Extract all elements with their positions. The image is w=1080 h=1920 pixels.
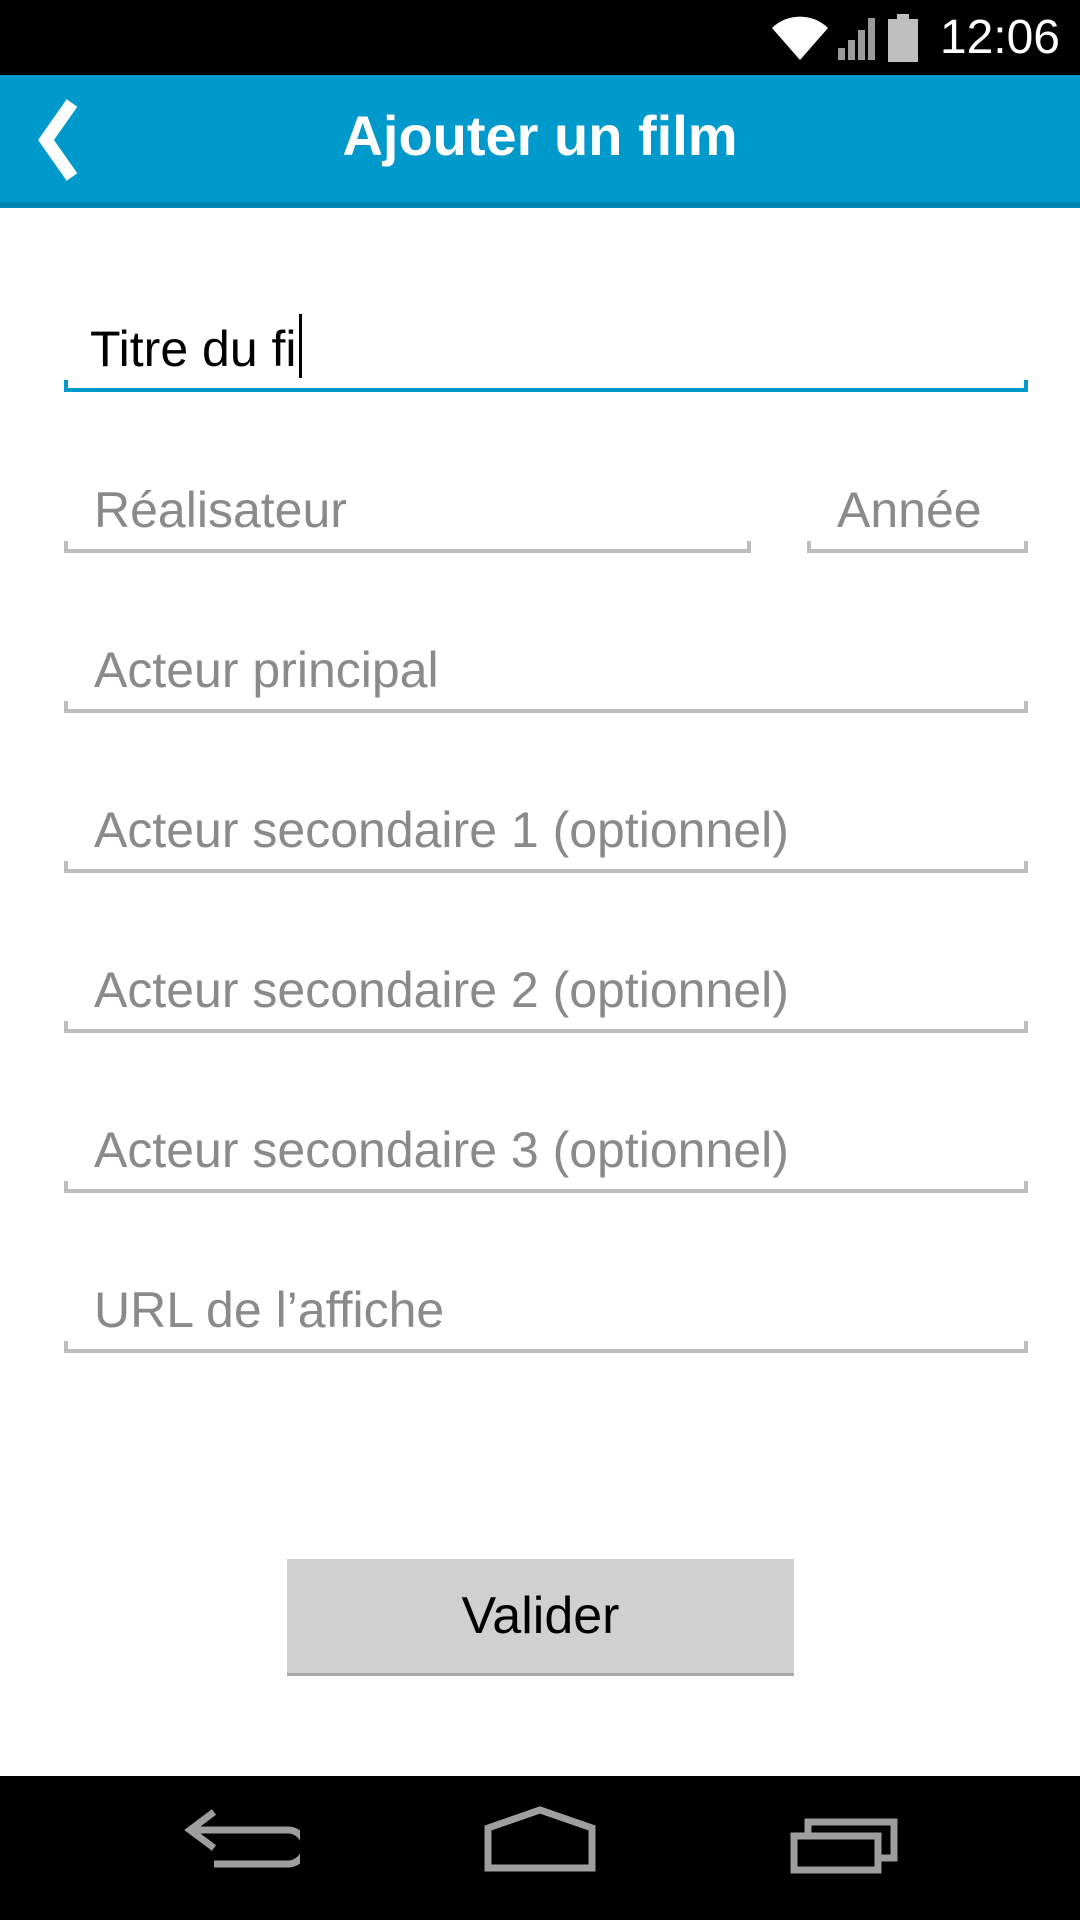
lead-actor-input-underline [64, 701, 1028, 713]
submit-button[interactable]: Valider [287, 1559, 794, 1676]
secondary-actor-1-placeholder: Acteur secondaire 1 (optionnel) [94, 802, 789, 858]
secondary-actor-1-underline [64, 861, 1028, 873]
year-input-underline [807, 541, 1028, 553]
home-icon[interactable] [480, 1802, 600, 1892]
text-caret [298, 314, 302, 378]
action-bar-divider [0, 202, 1080, 208]
poster-url-placeholder: URL de l’affiche [94, 1282, 445, 1338]
title-input[interactable]: Titre du fi [64, 314, 1028, 392]
secondary-actor-3-underline [64, 1181, 1028, 1193]
battery-icon [887, 13, 918, 62]
director-input[interactable]: Réalisateur [64, 482, 751, 553]
back-nav-icon[interactable] [180, 1802, 309, 1892]
secondary-actor-1-input[interactable]: Acteur secondaire 1 (optionnel) [64, 802, 1028, 873]
status-bar: 12:06 [0, 0, 1080, 75]
status-time: 12:06 [939, 11, 1060, 64]
director-input-underline [64, 541, 751, 553]
title-input-underline [64, 380, 1028, 392]
lead-actor-input[interactable]: Acteur principal [64, 642, 1028, 713]
navigation-bar [0, 1776, 1080, 1920]
page-title: Ajouter un film [342, 104, 738, 167]
director-placeholder: Réalisateur [94, 482, 347, 538]
poster-url-underline [64, 1341, 1028, 1353]
year-placeholder: Année [837, 482, 982, 538]
title-input-value: Titre du fi [90, 321, 297, 377]
signal-icon [837, 16, 878, 60]
recent-apps-icon[interactable] [790, 1802, 910, 1892]
poster-url-input[interactable]: URL de l’affiche [64, 1282, 1028, 1353]
secondary-actor-2-input[interactable]: Acteur secondaire 2 (optionnel) [64, 962, 1028, 1033]
lead-actor-placeholder: Acteur principal [94, 642, 439, 698]
year-input[interactable]: Année [807, 482, 1028, 553]
secondary-actor-3-placeholder: Acteur secondaire 3 (optionnel) [94, 1122, 789, 1178]
action-bar: Ajouter un film [0, 75, 1080, 208]
secondary-actor-2-placeholder: Acteur secondaire 2 (optionnel) [94, 962, 789, 1018]
secondary-actor-3-input[interactable]: Acteur secondaire 3 (optionnel) [64, 1122, 1028, 1193]
wifi-icon [771, 16, 828, 60]
secondary-actor-2-underline [64, 1021, 1028, 1033]
